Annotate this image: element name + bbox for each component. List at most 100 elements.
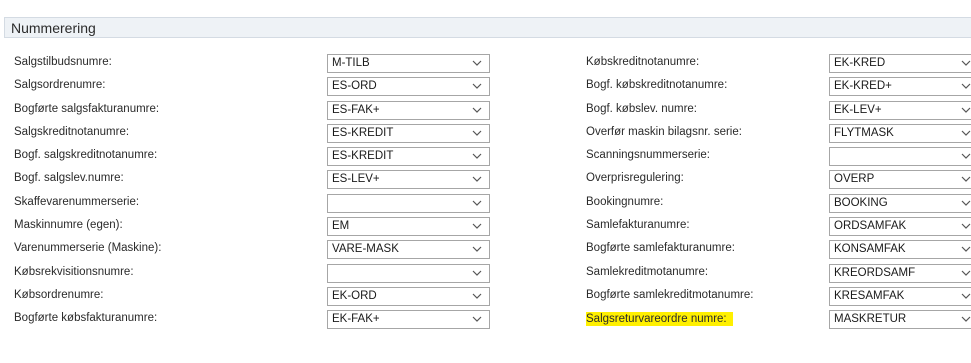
number-series-dropdown[interactable]: KONSAMFAK (829, 240, 971, 260)
dropdown-value: M-TILB (332, 57, 370, 69)
field-label: Bookingnumre: (586, 195, 664, 208)
field-label: Salgsreturvareordre numre: (586, 312, 733, 327)
chevron-down-icon[interactable] (471, 104, 483, 116)
dropdown-value: ES-KREDIT (332, 150, 394, 163)
top-bar (0, 0, 971, 10)
field-label: Bogførte samlefakturanumre: (586, 242, 735, 255)
field-label: Bogf. salgskreditnotanumre: (14, 149, 158, 162)
number-series-dropdown[interactable]: FLYTMASK (829, 123, 971, 143)
field-label: Salgsordrenumre: (14, 79, 106, 92)
field-row: Bogførte samlefakturanumre: KONSAMFAK (586, 240, 971, 263)
field-row: Scanningsnummerserie: (586, 147, 971, 170)
field-row: Varenummerserie (Maskine): VARE-MASK (14, 240, 490, 263)
chevron-down-icon[interactable] (471, 150, 483, 162)
field-row: Maskinnumre (egen): EM (14, 217, 490, 240)
dropdown-value: EK-KRED+ (834, 80, 892, 93)
dropdown-value: KREORDSAMF (834, 266, 916, 279)
number-series-dropdown[interactable]: KRESAMFAK (829, 286, 971, 306)
number-series-dropdown[interactable]: KREORDSAMF (829, 263, 971, 283)
field-row: Overfør maskin bilagsnr. serie: FLYTMASK (586, 123, 971, 147)
chevron-down-icon[interactable] (960, 104, 971, 116)
number-series-dropdown[interactable]: M-TILB (327, 54, 490, 73)
field-row: Bookingnumre: BOOKING (586, 193, 971, 217)
number-series-dropdown[interactable]: MASKRETUR (829, 310, 971, 330)
right-column: Købskreditnotanumre: EK-KRED Bogf. købskre… (586, 54, 971, 334)
field-row: Salgstilbudsnumre: M-TILB (14, 54, 490, 77)
number-series-dropdown[interactable]: EK-FAK+ (327, 310, 490, 330)
number-series-dropdown[interactable]: ORDSAMFAK (829, 217, 971, 237)
number-series-dropdown[interactable]: EK-LEV+ (829, 100, 971, 120)
number-series-dropdown[interactable]: BOOKING (829, 193, 971, 213)
number-series-dropdown[interactable]: ES-ORD (327, 77, 490, 97)
number-series-dropdown[interactable]: EK-KRED+ (829, 77, 971, 97)
dropdown-value: FLYTMASK (834, 126, 894, 139)
field-label: Bogførte købsfakturanumre: (14, 312, 158, 325)
number-series-dropdown[interactable]: ES-FAK+ (327, 100, 490, 120)
field-row: Bogførte samlekreditmotanumre: KRESAMFAK (586, 286, 971, 310)
chevron-down-icon[interactable] (471, 220, 483, 232)
field-row: Bogf. købskreditnotanumre: EK-KRED+ (586, 77, 971, 100)
field-label: Varenummerserie (Maskine): (14, 242, 162, 255)
field-label: Samlekreditmotanumre: (586, 265, 709, 278)
number-series-dropdown[interactable] (327, 263, 490, 283)
chevron-down-icon[interactable] (471, 173, 483, 185)
chevron-down-icon[interactable] (960, 267, 971, 279)
field-label: Bogf. købslev. numre: (586, 102, 697, 115)
number-series-dropdown[interactable]: ES-LEV+ (327, 170, 490, 190)
field-label: Købskreditnotanumre: (586, 56, 700, 68)
dropdown-value: KRESAMFAK (834, 289, 905, 302)
field-row: Skaffevarenummerserie: (14, 193, 490, 217)
number-series-dropdown[interactable] (327, 193, 490, 213)
dropdown-value: MASKRETUR (834, 313, 907, 326)
number-series-dropdown[interactable]: EK-KRED (829, 54, 971, 73)
chevron-down-icon[interactable] (960, 313, 971, 325)
field-row: Salgskreditnotanumre: ES-KREDIT (14, 123, 490, 147)
number-series-dropdown[interactable]: ES-KREDIT (327, 123, 490, 143)
field-label: Salgskreditnotanumre: (14, 125, 130, 138)
field-label: Samlefakturanumre: (586, 219, 690, 232)
dropdown-value: EK-ORD (332, 289, 377, 302)
number-series-dropdown[interactable]: EM (327, 217, 490, 237)
number-series-dropdown[interactable] (829, 147, 971, 167)
field-row: Bogf. købslev. numre: EK-LEV+ (586, 100, 971, 124)
field-label: Overfør maskin bilagsnr. serie: (586, 125, 742, 138)
chevron-down-icon[interactable] (471, 57, 483, 69)
dropdown-value: EK-LEV+ (834, 103, 882, 116)
chevron-down-icon[interactable] (960, 173, 971, 185)
left-column: Salgstilbudsnumre: M-TILB Salgsordrenumre:… (14, 54, 490, 334)
field-row: Bogførte salgsfakturanumre: ES-FAK+ (14, 100, 490, 124)
section-header[interactable]: Nummerering (4, 17, 971, 38)
dropdown-value: VARE-MASK (332, 243, 399, 256)
field-label: Bogf. købskreditnotanumre: (586, 79, 728, 92)
field-label: Købsordrenumre: (14, 288, 104, 301)
chevron-down-icon[interactable] (960, 127, 971, 139)
dropdown-value: EK-FAK+ (332, 313, 380, 326)
dropdown-value: ORDSAMFAK (834, 220, 907, 233)
chevron-down-icon[interactable] (471, 197, 483, 209)
number-series-dropdown[interactable]: VARE-MASK (327, 240, 490, 260)
field-label: Skaffevarenummerserie: (14, 195, 140, 208)
chevron-down-icon[interactable] (960, 243, 971, 255)
chevron-down-icon[interactable] (960, 80, 971, 92)
chevron-down-icon[interactable] (471, 243, 483, 255)
chevron-down-icon[interactable] (960, 197, 971, 209)
dropdown-value: ES-KREDIT (332, 126, 394, 139)
section-title: Nummerering (11, 20, 96, 36)
chevron-down-icon[interactable] (471, 313, 483, 325)
chevron-down-icon[interactable] (471, 127, 483, 139)
chevron-down-icon[interactable] (960, 150, 971, 162)
field-row: Salgsordrenumre: ES-ORD (14, 77, 490, 100)
chevron-down-icon[interactable] (471, 80, 483, 92)
dropdown-value: EM (332, 220, 350, 233)
number-series-dropdown[interactable]: ES-KREDIT (327, 147, 490, 167)
chevron-down-icon[interactable] (471, 290, 483, 302)
field-label: Scanningsnummerserie: (586, 149, 711, 162)
dropdown-value: ES-FAK+ (332, 103, 380, 116)
number-series-dropdown[interactable]: OVERP (829, 170, 971, 190)
chevron-down-icon[interactable] (471, 267, 483, 279)
chevron-down-icon[interactable] (960, 220, 971, 232)
number-series-dropdown[interactable]: EK-ORD (327, 286, 490, 306)
chevron-down-icon[interactable] (960, 290, 971, 302)
chevron-down-icon[interactable] (960, 57, 971, 69)
dropdown-value: ES-LEV+ (332, 173, 380, 186)
